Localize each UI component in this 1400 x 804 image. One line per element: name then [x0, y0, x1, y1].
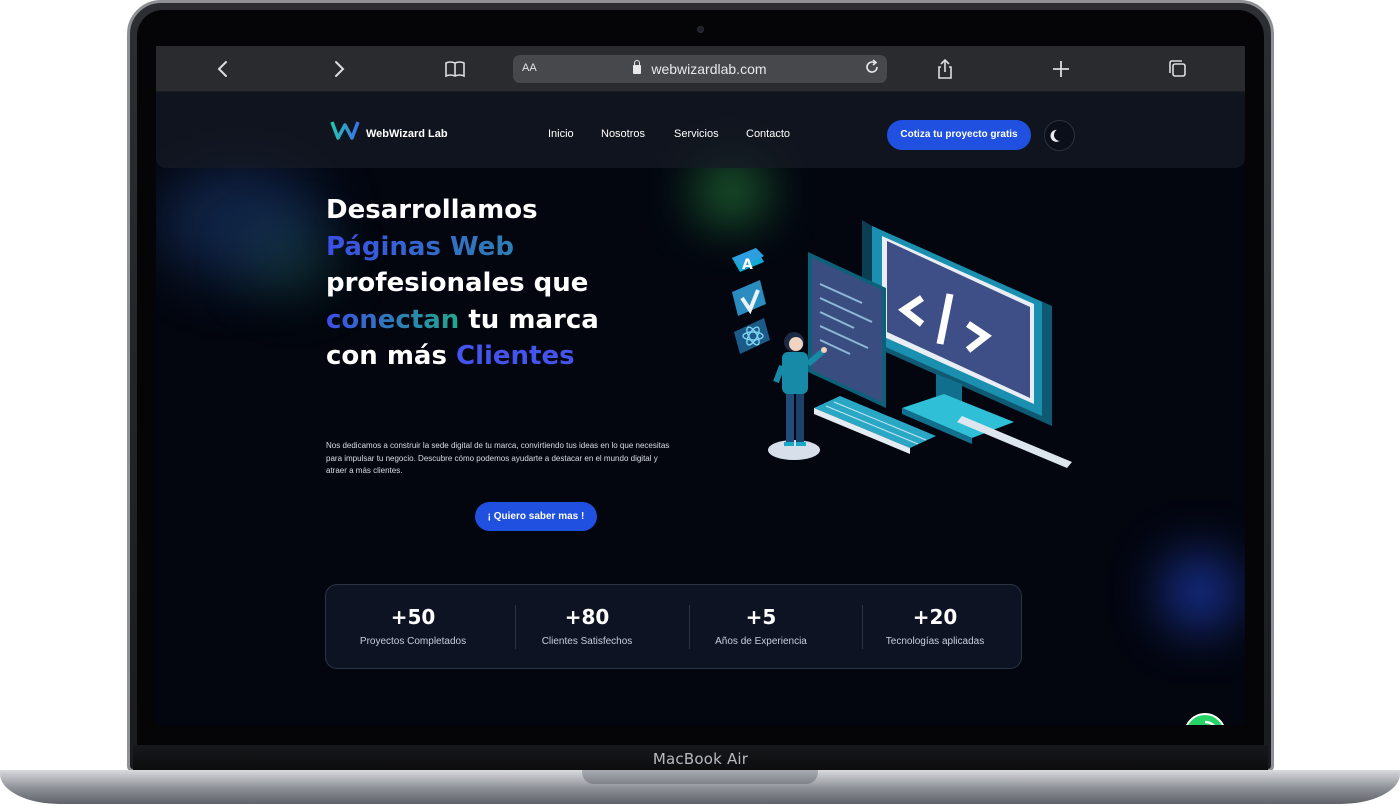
quote-button[interactable]: Cotiza tu proyecto gratis [887, 120, 1031, 150]
bg-glow [246, 232, 336, 292]
stat-value: +80 [564, 605, 610, 629]
chevron-right-icon[interactable] [326, 56, 352, 82]
hero-description: Nos dedicamos a construir la sede digita… [326, 441, 670, 475]
reload-icon[interactable] [863, 58, 881, 81]
nav-contacto[interactable]: Contacto [746, 128, 790, 140]
svg-text:A: A [742, 257, 753, 273]
stat-label: Clientes Satisfechos [541, 636, 633, 647]
moon-icon [1052, 127, 1067, 142]
plus-icon[interactable] [1048, 56, 1074, 82]
book-icon[interactable] [442, 56, 468, 82]
developer-illustration: A [732, 220, 1072, 468]
hero-title: Desarrollamos Páginas Web profesionales … [326, 192, 666, 375]
stat-value: +20 [912, 605, 958, 629]
address-bar[interactable]: AA webwizardlab.com [513, 55, 887, 83]
stat-label: Proyectos Completados [359, 636, 467, 647]
stats-panel: +50 Proyectos Completados +80 Clientes S… [325, 584, 1022, 669]
bg-glow [1168, 560, 1232, 624]
website: WebWizard Lab Inicio Nosotros Servicios … [156, 92, 1245, 725]
nav-inicio[interactable]: Inicio [548, 128, 574, 140]
whatsapp-button[interactable] [1184, 713, 1226, 725]
tabs-icon[interactable] [1165, 56, 1191, 82]
stat-value: +50 [390, 605, 436, 629]
laptop-notch [582, 770, 818, 784]
browser-toolbar: AA webwizardlab.com [156, 46, 1245, 92]
laptop-chin: MacBook Air [133, 745, 1268, 772]
screen: AA webwizardlab.com WebWizard Lab Inicio… [156, 46, 1245, 725]
stat-item: +50 Proyectos Completados [326, 585, 500, 670]
url-text[interactable]: webwizardlab.com [651, 61, 766, 77]
hero-highlight: Páginas Web [326, 229, 666, 266]
stat-item: +80 Clientes Satisfechos [500, 585, 674, 670]
theme-toggle-button[interactable] [1044, 120, 1075, 151]
brand-name[interactable]: WebWizard Lab [366, 128, 448, 140]
site-navbar: WebWizard Lab Inicio Nosotros Servicios … [156, 92, 1245, 168]
whatsapp-icon [1204, 720, 1215, 725]
nav-servicios[interactable]: Servicios [674, 128, 719, 140]
stat-item: +5 Años de Experiencia [674, 585, 848, 670]
device-label: MacBook Air [652, 749, 749, 768]
lock-icon [633, 60, 642, 74]
logo-icon[interactable] [330, 119, 360, 141]
chevron-left-icon[interactable] [210, 56, 236, 82]
stat-item: +20 Tecnologías aplicadas [848, 585, 1022, 670]
stat-value: +5 [745, 605, 777, 629]
stat-label: Años de Experiencia [715, 636, 807, 647]
learn-more-button[interactable]: ¡ Quiero saber mas ! [475, 502, 597, 531]
camera-icon [697, 26, 704, 33]
stat-label: Tecnologías aplicadas [885, 636, 985, 647]
share-icon[interactable] [932, 56, 958, 82]
nav-nosotros[interactable]: Nosotros [601, 128, 645, 140]
